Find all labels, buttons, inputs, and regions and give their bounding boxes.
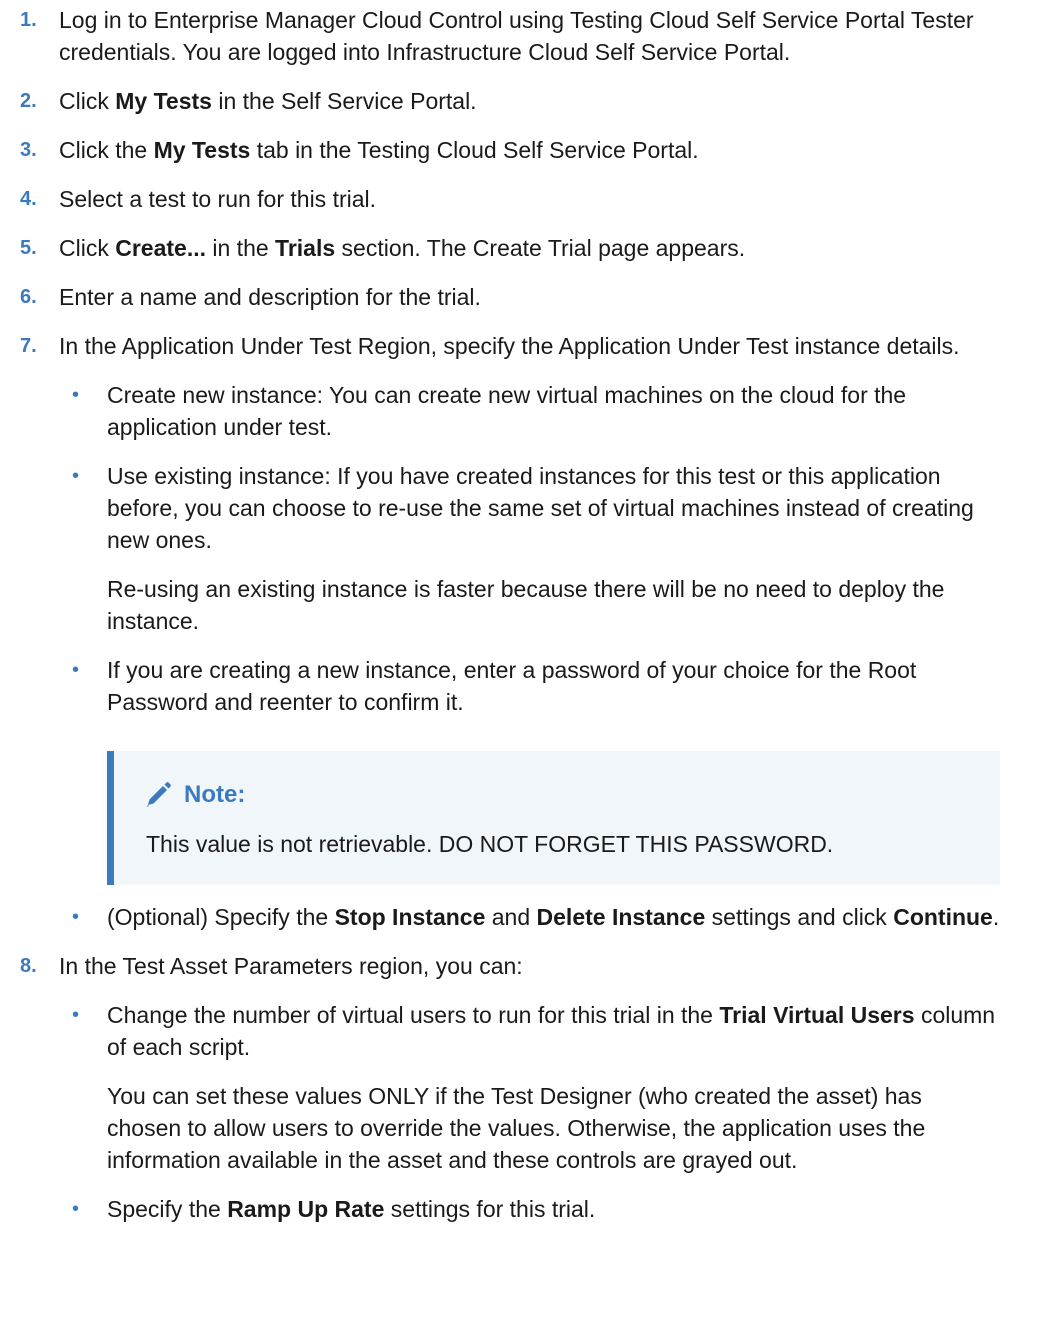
text-run: tab in the Testing Cloud Self Service Po… — [250, 137, 699, 163]
bullet-icon: • — [72, 384, 80, 406]
step-4: 4. Select a test to run for this trial. — [0, 183, 1040, 215]
step-8: 8. In the Test Asset Parameters region, … — [0, 950, 1040, 1225]
step-text: Log in to Enterprise Manager Cloud Contr… — [59, 7, 974, 65]
ui-term: Trials — [275, 235, 336, 261]
text-run: Specify the — [107, 1196, 228, 1222]
list-item: • Change the number of virtual users to … — [59, 999, 1000, 1176]
note-body: This value is not retrievable. DO NOT FO… — [146, 831, 834, 857]
step-number: 4. — [20, 188, 37, 210]
step-text: In the Application Under Test Region, sp… — [59, 333, 960, 359]
step-text: Click the My Tests tab in the Testing Cl… — [59, 137, 699, 163]
text-run: Click the — [59, 137, 154, 163]
bullet-text: If you are creating a new instance, ente… — [107, 657, 917, 715]
bullet-icon: • — [72, 1004, 80, 1026]
bullet-icon: • — [72, 659, 80, 681]
bullet-paragraph: Re-using an existing instance is faster … — [107, 576, 945, 634]
list-item: • Specify the Ramp Up Rate settings for … — [59, 1193, 1000, 1225]
step-text: In the Test Asset Parameters region, you… — [59, 953, 523, 979]
step-number: 7. — [20, 335, 37, 357]
ui-term: My Tests — [115, 88, 212, 114]
note-header: Note: — [144, 779, 980, 811]
ui-term: Stop Instance — [334, 904, 486, 930]
bullet-icon: • — [72, 1198, 80, 1220]
text-run: in the — [206, 235, 276, 261]
step-number: 8. — [20, 955, 37, 977]
step-text: Click My Tests in the Self Service Porta… — [59, 88, 477, 114]
pencil-icon — [144, 781, 172, 809]
step-number: 3. — [20, 139, 37, 161]
step-7: 7. In the Application Under Test Region,… — [0, 330, 1040, 933]
bullet-text: Create new instance: You can create new … — [107, 382, 907, 440]
text-run: settings and click — [705, 904, 894, 930]
list-item: • (Optional) Specify the Stop Instance a… — [59, 901, 1000, 933]
text-run: Click — [59, 88, 116, 114]
text-run: and — [485, 904, 537, 930]
text-run: . — [992, 904, 1000, 930]
bullet-icon: • — [72, 906, 80, 928]
document: 1. Log in to Enterprise Manager Cloud Co… — [0, 0, 1040, 1225]
list-item: • Use existing instance: If you have cre… — [59, 460, 1000, 637]
step-5: 5. Click Create... in the Trials section… — [0, 232, 1040, 264]
step-text: Select a test to run for this trial. — [59, 186, 377, 212]
ui-term: Ramp Up Rate — [227, 1196, 385, 1222]
ui-term: Continue — [893, 904, 993, 930]
step-1: 1. Log in to Enterprise Manager Cloud Co… — [0, 4, 1040, 68]
step-8-bullets: • Change the number of virtual users to … — [59, 999, 1000, 1225]
text-run: settings for this trial. — [384, 1196, 596, 1222]
bullet-text: Change the number of virtual users to ru… — [107, 1002, 995, 1060]
step-text: Click Create... in the Trials section. T… — [59, 235, 745, 261]
step-text: Enter a name and description for the tri… — [59, 284, 481, 310]
step-7-bullets-cont: • (Optional) Specify the Stop Instance a… — [59, 901, 1000, 933]
step-number: 5. — [20, 237, 37, 259]
text-run: section. The Create Trial page appears. — [335, 235, 746, 261]
text-run: (Optional) Specify the — [107, 904, 335, 930]
ui-term: Trial Virtual Users — [719, 1002, 915, 1028]
step-number: 6. — [20, 286, 37, 308]
ui-term: Delete Instance — [536, 904, 706, 930]
text-run: Click — [59, 235, 116, 261]
text-run: Change the number of virtual users to ru… — [107, 1002, 720, 1028]
ui-term: My Tests — [153, 137, 251, 163]
bullet-text: Use existing instance: If you have creat… — [107, 463, 974, 553]
bullet-text: (Optional) Specify the Stop Instance and… — [107, 904, 999, 930]
step-6: 6. Enter a name and description for the … — [0, 281, 1040, 313]
step-3: 3. Click the My Tests tab in the Testing… — [0, 134, 1040, 166]
ui-term: Create... — [115, 235, 206, 261]
note-title: Note: — [184, 781, 246, 808]
list-item: • Create new instance: You can create ne… — [59, 379, 1000, 443]
list-item: • If you are creating a new instance, en… — [59, 654, 1000, 718]
bullet-paragraph: You can set these values ONLY if the Tes… — [107, 1083, 926, 1173]
note-box: Note: This value is not retrievable. DO … — [107, 751, 1000, 885]
step-number: 2. — [20, 90, 37, 112]
text-run: in the Self Service Portal. — [211, 88, 477, 114]
bullet-icon: • — [72, 465, 80, 487]
step-number: 1. — [20, 9, 37, 31]
bullet-text: Specify the Ramp Up Rate settings for th… — [107, 1196, 595, 1222]
step-2: 2. Click My Tests in the Self Service Po… — [0, 85, 1040, 117]
step-7-bullets: • Create new instance: You can create ne… — [59, 379, 1000, 718]
